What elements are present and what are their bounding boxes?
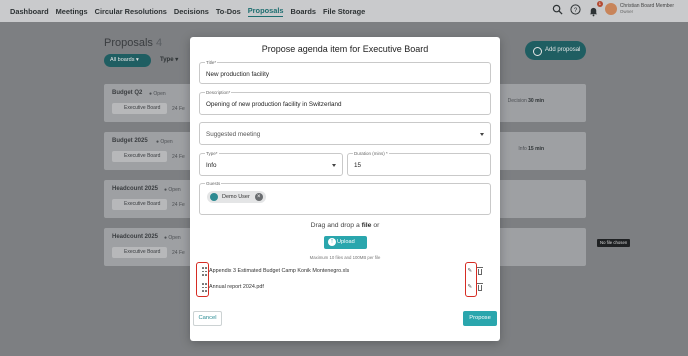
dropzone-text: Drag and drop a file or xyxy=(199,222,491,229)
file-input-tooltip: No file chosen xyxy=(597,239,631,247)
title-field[interactable]: Title* New production facility xyxy=(199,59,491,84)
file-name[interactable]: Appendix 3 Estimated Budget Camp Konik M… xyxy=(209,268,349,274)
top-navigation: Dashboard Meetings Circular Resolutions … xyxy=(0,0,688,22)
avatar[interactable] xyxy=(604,3,617,15)
user-role: Owner xyxy=(619,9,634,14)
card-board-chip: Executive Board xyxy=(112,199,167,210)
file-row: Annual report 2024.pdf ✎ xyxy=(199,282,491,294)
card-title: Headcount 2025 xyxy=(112,234,159,240)
propose-button[interactable]: Propose xyxy=(463,311,497,326)
dropzone-text-before: Drag and drop a xyxy=(310,222,362,229)
upload-button[interactable]: ↑ Upload xyxy=(324,236,367,249)
card-status: ● Open xyxy=(164,187,181,193)
remove-guest-icon[interactable]: × xyxy=(254,193,263,201)
type-select[interactable]: Type* Info xyxy=(199,150,343,176)
card-meta: Decision 30 min xyxy=(508,98,544,104)
edit-icons-highlight xyxy=(465,262,477,297)
nav-file-storage[interactable]: File Storage xyxy=(323,7,365,16)
description-label: Description* xyxy=(205,89,232,96)
cancel-button[interactable]: Cancel xyxy=(193,311,222,326)
upload-limit-hint: Maximum 10 files and 100MB per file xyxy=(309,255,381,260)
guests-label: Guests xyxy=(205,180,222,187)
nav-dashboard[interactable]: Dashboard xyxy=(10,7,49,16)
card-meta-label: Decision xyxy=(507,98,527,104)
description-field[interactable]: Description* Opening of new production f… xyxy=(199,89,491,115)
type-filter[interactable]: Type ▾ xyxy=(160,56,178,63)
nav-decisions[interactable]: Decisions xyxy=(174,7,209,16)
drag-handles-highlight xyxy=(196,262,209,297)
card-status: ● Open xyxy=(156,139,173,145)
propose-agenda-dialog: Propose agenda item for Executive Board … xyxy=(190,37,500,341)
duration-label: Duration (mins) * xyxy=(353,150,389,157)
page-title-text: Proposals xyxy=(104,37,153,49)
svg-text:?: ? xyxy=(574,6,578,13)
bell-icon[interactable]: 1 xyxy=(588,0,603,16)
title-label: Title* xyxy=(205,59,218,66)
card-board-chip: Executive Board xyxy=(112,151,167,162)
dialog-title: Propose agenda item for Executive Board xyxy=(261,44,429,54)
trash-icon[interactable] xyxy=(477,283,483,291)
title-input[interactable]: New production facility xyxy=(206,71,269,78)
guests-field[interactable]: Guests Demo User × xyxy=(199,180,491,215)
type-value: Info xyxy=(206,162,217,169)
file-row: Appendix 3 Estimated Budget Camp Konik M… xyxy=(199,266,491,278)
type-label: Type* xyxy=(205,150,219,157)
card-board-chip: Executive Board xyxy=(112,103,167,114)
search-icon[interactable] xyxy=(552,4,563,15)
nav-todos[interactable]: To-Dos xyxy=(216,7,241,16)
chevron-down-icon xyxy=(480,133,484,136)
card-date: 24 Fe xyxy=(172,202,185,208)
nav-proposals[interactable]: Proposals xyxy=(247,6,284,17)
add-proposal-button[interactable]: Add proposal xyxy=(525,41,586,60)
card-status: ● Open xyxy=(149,91,166,97)
page-title: Proposals 4 xyxy=(104,37,162,49)
nav-actions: ? 1 Christian Board Member Owner xyxy=(545,0,674,16)
chevron-down-icon xyxy=(332,164,336,167)
user-info[interactable]: Christian Board Member Owner xyxy=(620,3,674,15)
file-dropzone[interactable]: Drag and drop a file or ↑ Upload Maximum… xyxy=(199,222,491,264)
card-title: Budget 2025 xyxy=(112,138,148,144)
trash-icon[interactable] xyxy=(477,267,483,275)
upload-label: Upload xyxy=(337,239,355,245)
card-date: 24 Fe xyxy=(172,154,185,160)
upload-icon: ↑ xyxy=(328,238,336,246)
dropzone-text-after: or xyxy=(371,222,380,229)
suggested-meeting-select[interactable]: Suggested meeting xyxy=(199,122,491,145)
nav-boards[interactable]: Boards xyxy=(290,7,315,16)
help-icon[interactable]: ? xyxy=(570,3,581,15)
card-title: Headcount 2025 xyxy=(112,186,159,192)
card-meta-value: 30 min xyxy=(528,98,544,104)
guest-name: Demo User xyxy=(222,194,250,200)
duration-field[interactable]: Duration (mins) * 15 xyxy=(347,150,491,176)
dropzone-text-bold: file xyxy=(361,222,372,229)
card-meta-value: 15 min xyxy=(528,146,544,152)
card-board-chip: Executive Board xyxy=(112,247,167,258)
suggested-meeting-placeholder: Suggested meeting xyxy=(206,131,261,138)
file-name[interactable]: Annual report 2024.pdf xyxy=(209,284,264,290)
notification-badge: 1 xyxy=(596,0,603,7)
card-meta-label: Info xyxy=(518,146,527,152)
guest-chip: Demo User × xyxy=(207,191,266,203)
description-input[interactable]: Opening of new production facility in Sw… xyxy=(206,101,341,108)
card-meta: Info 15 min xyxy=(518,146,544,152)
nav-circular-resolutions[interactable]: Circular Resolutions xyxy=(95,7,167,16)
nav-meetings[interactable]: Meetings xyxy=(56,7,88,16)
guest-avatar xyxy=(210,193,218,201)
card-status: ● Open xyxy=(164,235,181,241)
card-title: Budget Q2 xyxy=(112,90,143,96)
duration-input[interactable]: 15 xyxy=(354,162,361,169)
card-date: 24 Fe xyxy=(172,106,185,112)
card-date: 24 Fe xyxy=(172,250,185,256)
boards-filter[interactable]: All boards ▾ xyxy=(104,54,151,67)
proposal-count: 4 xyxy=(155,37,163,49)
